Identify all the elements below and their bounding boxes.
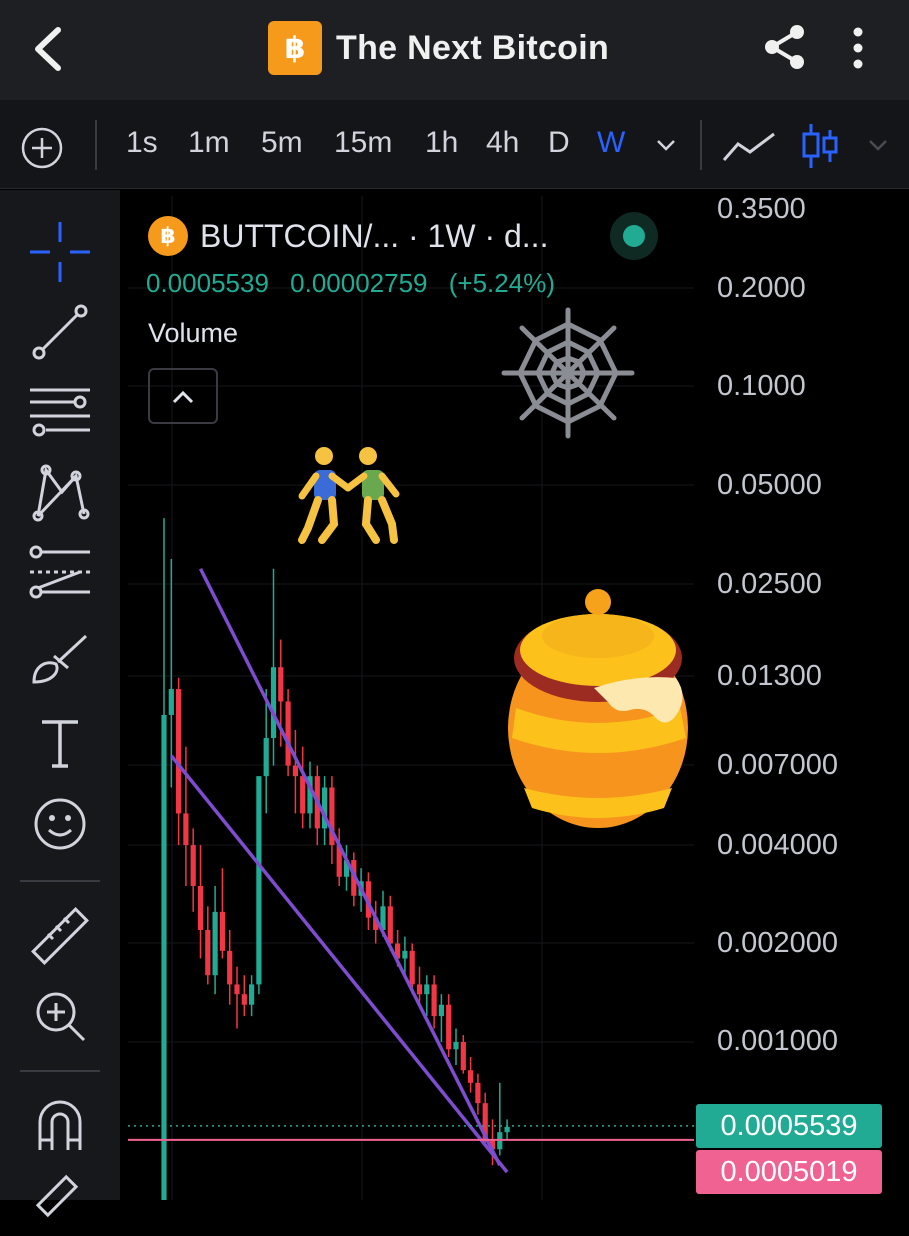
text-tool-icon[interactable] [28, 710, 92, 774]
price-scale-label: 0.1000 [717, 370, 806, 402]
price-scale-label: 0.004000 [717, 829, 838, 861]
candle-body [227, 950, 233, 985]
candle-body [234, 984, 240, 995]
timeframe-4h[interactable]: 4h [486, 126, 519, 160]
pencil-icon[interactable] [28, 1172, 92, 1236]
candle-body [278, 667, 284, 702]
toolbar-divider [20, 880, 100, 882]
candle-body [161, 714, 167, 1200]
app-logo: ฿ [268, 21, 322, 75]
toolbar-divider [20, 1070, 100, 1072]
candle-body [460, 1042, 466, 1071]
candle-body [431, 984, 437, 1017]
timeframe-w[interactable]: W [597, 126, 625, 160]
candle-body [504, 1126, 510, 1133]
spider-web-icon[interactable] [500, 306, 636, 440]
ohlc-values: 0.0005539 0.00002759 (+5.24%) [146, 268, 569, 299]
candle-body [300, 776, 306, 814]
candle-body [241, 994, 247, 1005]
price-scale-label: 0.001000 [717, 1025, 838, 1057]
coin-logo: ฿ [148, 216, 188, 256]
emoji-icon[interactable] [28, 792, 92, 856]
price-scale-label: 0.007000 [717, 749, 838, 781]
last-price-value: 0.0005539 [146, 268, 269, 298]
candle-body [402, 950, 408, 959]
candle-body [387, 906, 393, 944]
trend-line [198, 567, 502, 1166]
toolbar-divider [700, 120, 702, 170]
market-status-icon [610, 212, 658, 260]
horizontal-lines-icon[interactable] [28, 380, 92, 444]
candle-body [438, 1004, 444, 1017]
horizontal-line-price-tag: 0.0005019 [696, 1150, 882, 1194]
timeframe-1h[interactable]: 1h [425, 126, 458, 160]
candle-body [453, 1042, 459, 1050]
symbol-label[interactable]: BUTTCOIN/... · 1W · d... [200, 218, 548, 255]
price-scale-label: 0.3500 [717, 193, 806, 225]
timeframe-5m[interactable]: 5m [261, 126, 303, 160]
candle-body [197, 885, 204, 931]
app-header: ฿ The Next Bitcoin [0, 0, 909, 100]
candle-body [409, 950, 415, 985]
more-options-icon[interactable] [848, 26, 868, 70]
timeframe-1m[interactable]: 1m [188, 126, 230, 160]
magnet-icon[interactable] [28, 1094, 92, 1158]
add-indicator-icon[interactable] [20, 126, 64, 170]
price-scale-label: 0.05000 [717, 469, 822, 501]
chevron-up-icon [172, 390, 194, 404]
candle-body [468, 1070, 474, 1083]
chart-toolbar: 1s 1m 5m 15m 1h 4h D W [0, 100, 909, 189]
timeframe-1s[interactable]: 1s [126, 126, 158, 160]
timeframe-dropdown-icon[interactable] [654, 136, 678, 154]
toolbar-divider [95, 120, 97, 170]
last-price-tag: 0.0005539 [696, 1104, 882, 1148]
candle-body [205, 930, 211, 976]
price-scale-label: 0.02500 [717, 568, 822, 600]
candle-body [292, 765, 298, 777]
wrestlers-icon[interactable] [294, 444, 406, 546]
candle-body [285, 701, 291, 766]
fib-icon[interactable] [28, 542, 92, 606]
candle-body [176, 689, 182, 814]
trend-line-icon[interactable] [28, 300, 92, 364]
timeframe-15m[interactable]: 15m [334, 126, 392, 160]
candle-body [183, 813, 189, 846]
candle-body [416, 984, 423, 995]
candle-body [263, 738, 269, 777]
candle-body [249, 984, 255, 1005]
candle-body [219, 911, 225, 951]
page-title: The Next Bitcoin [336, 28, 610, 67]
price-scale-label: 0.01300 [717, 660, 822, 692]
candle-body [212, 911, 218, 976]
candle-body [475, 1082, 481, 1104]
candle-body [190, 845, 196, 886]
candle-body [446, 1004, 452, 1050]
candlestick-chart-icon[interactable] [800, 122, 840, 170]
zoom-in-icon[interactable] [28, 984, 92, 1048]
candle-body [270, 667, 277, 739]
timeframe-d[interactable]: D [548, 126, 570, 160]
header-title-group: ฿ The Next Bitcoin [268, 20, 609, 76]
chart-type-dropdown-icon[interactable] [866, 136, 890, 154]
price-scale-label: 0.2000 [717, 272, 806, 304]
crosshair-icon[interactable] [28, 220, 92, 284]
volume-label[interactable]: Volume [148, 318, 238, 349]
brush-icon[interactable] [28, 626, 92, 690]
candle-body [168, 689, 174, 715]
candle-body [256, 776, 262, 985]
pattern-icon[interactable] [28, 460, 92, 524]
collapse-legend-button[interactable] [148, 368, 218, 424]
candle-body [424, 984, 430, 995]
change-value: 0.00002759 [290, 268, 428, 298]
line-chart-icon[interactable] [722, 130, 776, 164]
change-percent-value: (+5.24%) [448, 268, 555, 298]
price-scale-label: 0.002000 [717, 927, 838, 959]
ruler-icon[interactable] [28, 904, 92, 968]
symbol-legend[interactable]: ฿ BUTTCOIN/... · 1W · d... [148, 214, 548, 258]
back-arrow-icon[interactable] [30, 24, 66, 74]
share-icon[interactable] [762, 22, 808, 72]
honey-pot-icon[interactable] [504, 588, 694, 832]
drawing-toolbar [0, 190, 120, 1218]
trend-line [169, 754, 509, 1174]
